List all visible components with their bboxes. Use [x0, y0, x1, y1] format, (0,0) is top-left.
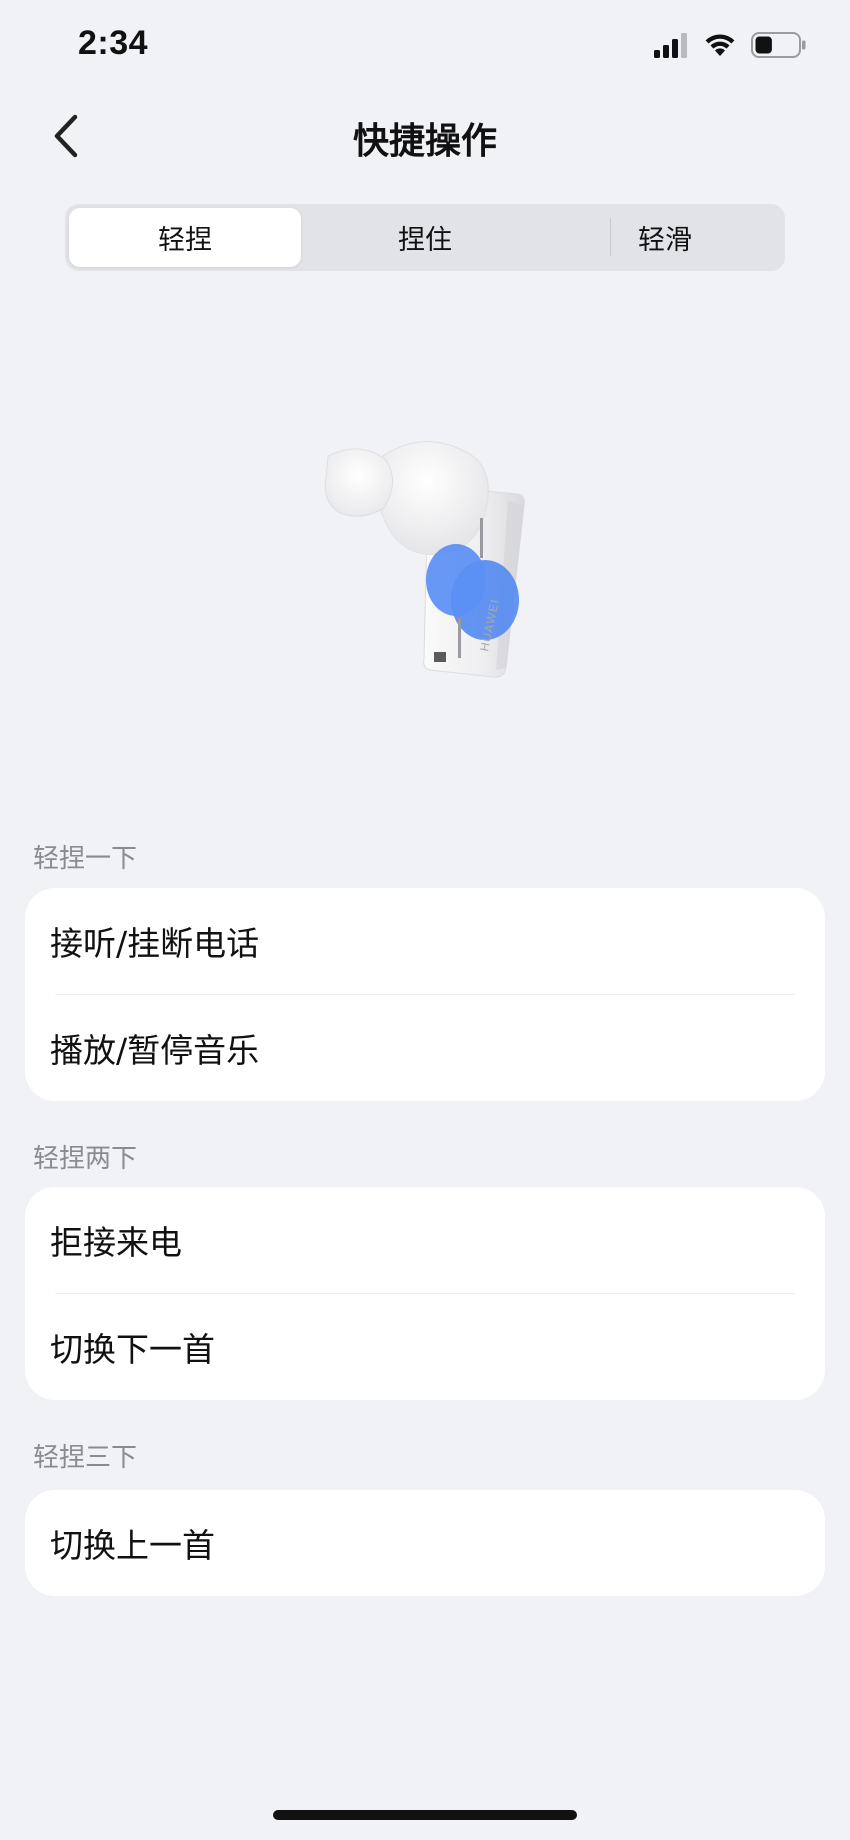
section-label-double-pinch: 轻捏两下	[33, 1144, 138, 1174]
section-label-triple-pinch: 轻捏三下	[33, 1443, 138, 1473]
list-item-play-pause[interactable]: 播放/暂停音乐	[25, 995, 825, 1101]
status-time: 2:34	[78, 24, 149, 62]
page-title: 快捷操作	[352, 121, 497, 162]
single-pinch-card: 接听/挂断电话 播放/暂停音乐	[25, 888, 825, 1101]
list-item-previous-track[interactable]: 切换上一首	[25, 1490, 825, 1596]
signal-icon	[654, 33, 687, 58]
home-indicator[interactable]	[273, 1810, 577, 1820]
nav-bar: 快捷操作	[0, 100, 850, 172]
tab-swipe[interactable]: 轻滑	[549, 208, 781, 267]
list-item-reject-call[interactable]: 拒接来电	[25, 1187, 825, 1293]
battery-icon	[751, 32, 806, 58]
list-item-answer-hangup[interactable]: 接听/挂断电话	[25, 888, 825, 994]
triple-pinch-card: 切换上一首	[25, 1490, 825, 1596]
list-item-next-track[interactable]: 切换下一首	[25, 1294, 825, 1400]
earbud-illustration: HUAWEI	[324, 441, 525, 678]
tab-light-pinch[interactable]: 轻捏	[69, 208, 301, 267]
section-label-single-pinch: 轻捏一下	[33, 844, 138, 874]
tab-pinch-hold[interactable]: 捏住	[309, 208, 541, 267]
wifi-icon	[705, 34, 735, 56]
double-pinch-card: 拒接来电 切换下一首	[25, 1187, 825, 1400]
status-bar: 2:34	[0, 0, 850, 92]
gesture-tabs: 轻捏 捏住 轻滑	[65, 204, 785, 271]
segment-divider	[610, 218, 611, 256]
